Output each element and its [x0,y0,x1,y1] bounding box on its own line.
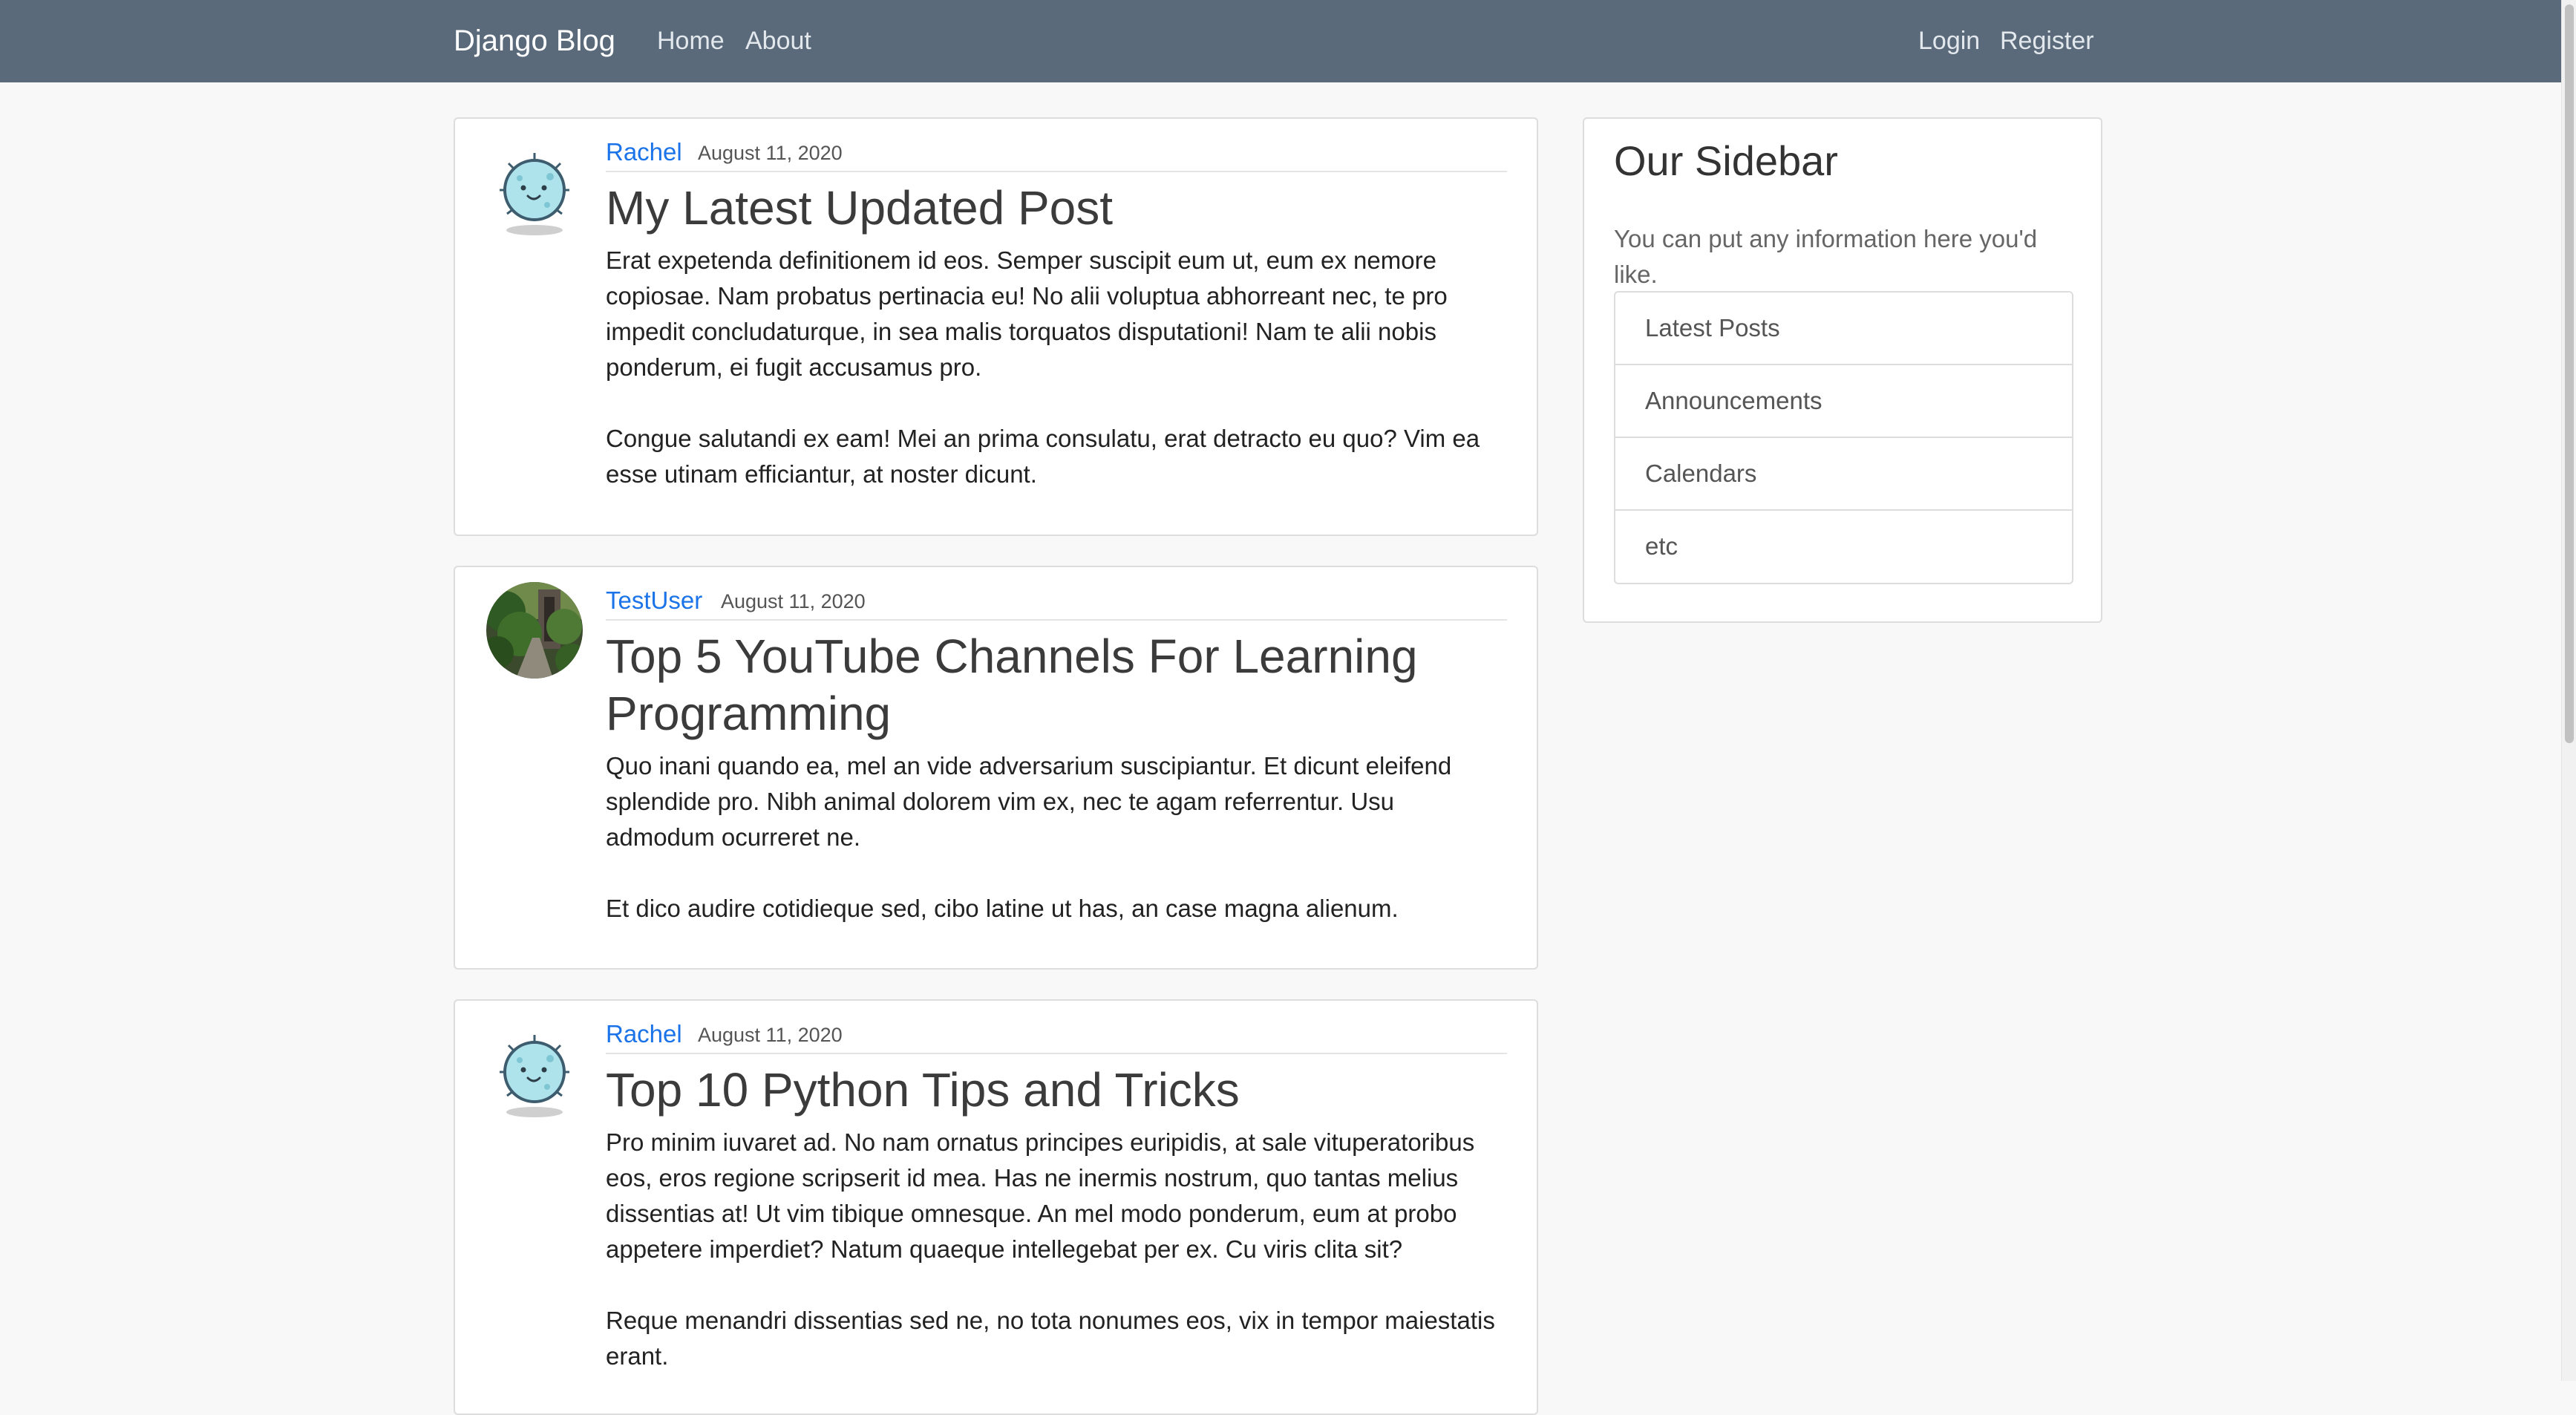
post-metadata: Rachel August 11, 2020 [606,119,1507,172]
post-title[interactable]: Top 5 YouTube Channels For Learning Prog… [606,628,1507,742]
nav-register-link[interactable]: Register [2000,0,2094,82]
sidebar-item-latest-posts[interactable]: Latest Posts [1615,293,2072,365]
nav-login-link[interactable]: Login [1918,0,1980,82]
post-date: August 11, 2020 [698,142,843,164]
post-paragraph: Pro minim iuvaret ad. No nam ornatus pri… [606,1128,1475,1263]
post-content: TestUser August 11, 2020 Top 5 YouTube C… [606,567,1507,962]
author-link[interactable]: Rachel [606,138,682,166]
post-paragraph: Et dico audire cotidieque sed, cibo lati… [606,895,1399,922]
sidebar: Our Sidebar You can put any information … [1583,117,2102,623]
author-avatar[interactable] [486,1029,583,1125]
garden-photo-icon [486,582,583,679]
sidebar-title: Our Sidebar [1614,137,1838,184]
scrollbar-thumb[interactable] [2565,4,2574,743]
post-content: Rachel August 11, 2020 My Latest Updated… [606,119,1507,528]
post-metadata: Rachel August 11, 2020 [606,1001,1507,1054]
sidebar-item-announcements[interactable]: Announcements [1615,365,2072,438]
sidebar-description: You can put any information here you'd l… [1614,225,2038,288]
post-date: August 11, 2020 [721,590,866,612]
sidebar-item-etc[interactable]: etc [1615,511,2072,584]
post-body: Erat expetenda definitionem id eos. Semp… [606,243,1507,492]
vertical-scrollbar[interactable] [2561,0,2576,1381]
author-avatar[interactable] [486,582,583,679]
post-title[interactable]: My Latest Updated Post [606,180,1507,237]
post-metadata: TestUser August 11, 2020 [606,567,1507,621]
post-paragraph: Reque menandri dissentias sed ne, no tot… [606,1307,1495,1370]
nav-about-link[interactable]: About [745,0,811,82]
post-date: August 11, 2020 [698,1024,843,1046]
author-avatar[interactable] [486,147,583,244]
post-paragraph: Erat expetenda definitionem id eos. Semp… [606,246,1448,381]
cartoon-monster-icon [500,1035,569,1117]
post-paragraph: Quo inani quando ea, mel an vide adversa… [606,752,1452,851]
author-link[interactable]: TestUser [606,586,702,615]
cartoon-monster-icon [500,153,569,235]
post-body: Quo inani quando ea, mel an vide adversa… [606,748,1507,927]
top-navbar: Django Blog Home About Login Register [0,0,2561,82]
post-title[interactable]: Top 10 Python Tips and Tricks [606,1062,1507,1119]
sidebar-list: Latest Posts Announcements Calendars etc [1614,291,2073,584]
brand-link[interactable]: Django Blog [454,0,615,82]
post-body: Pro minim iuvaret ad. No nam ornatus pri… [606,1125,1507,1374]
post-card: Rachel August 11, 2020 Top 10 Python Tip… [454,999,1538,1415]
author-link[interactable]: Rachel [606,1020,682,1048]
post-content: Rachel August 11, 2020 Top 10 Python Tip… [606,1001,1507,1410]
nav-home-link[interactable]: Home [657,0,725,82]
post-card: Rachel August 11, 2020 My Latest Updated… [454,117,1538,536]
post-paragraph: Congue salutandi ex eam! Mei an prima co… [606,425,1480,488]
post-card: TestUser August 11, 2020 Top 5 YouTube C… [454,566,1538,970]
sidebar-item-calendars[interactable]: Calendars [1615,438,2072,511]
